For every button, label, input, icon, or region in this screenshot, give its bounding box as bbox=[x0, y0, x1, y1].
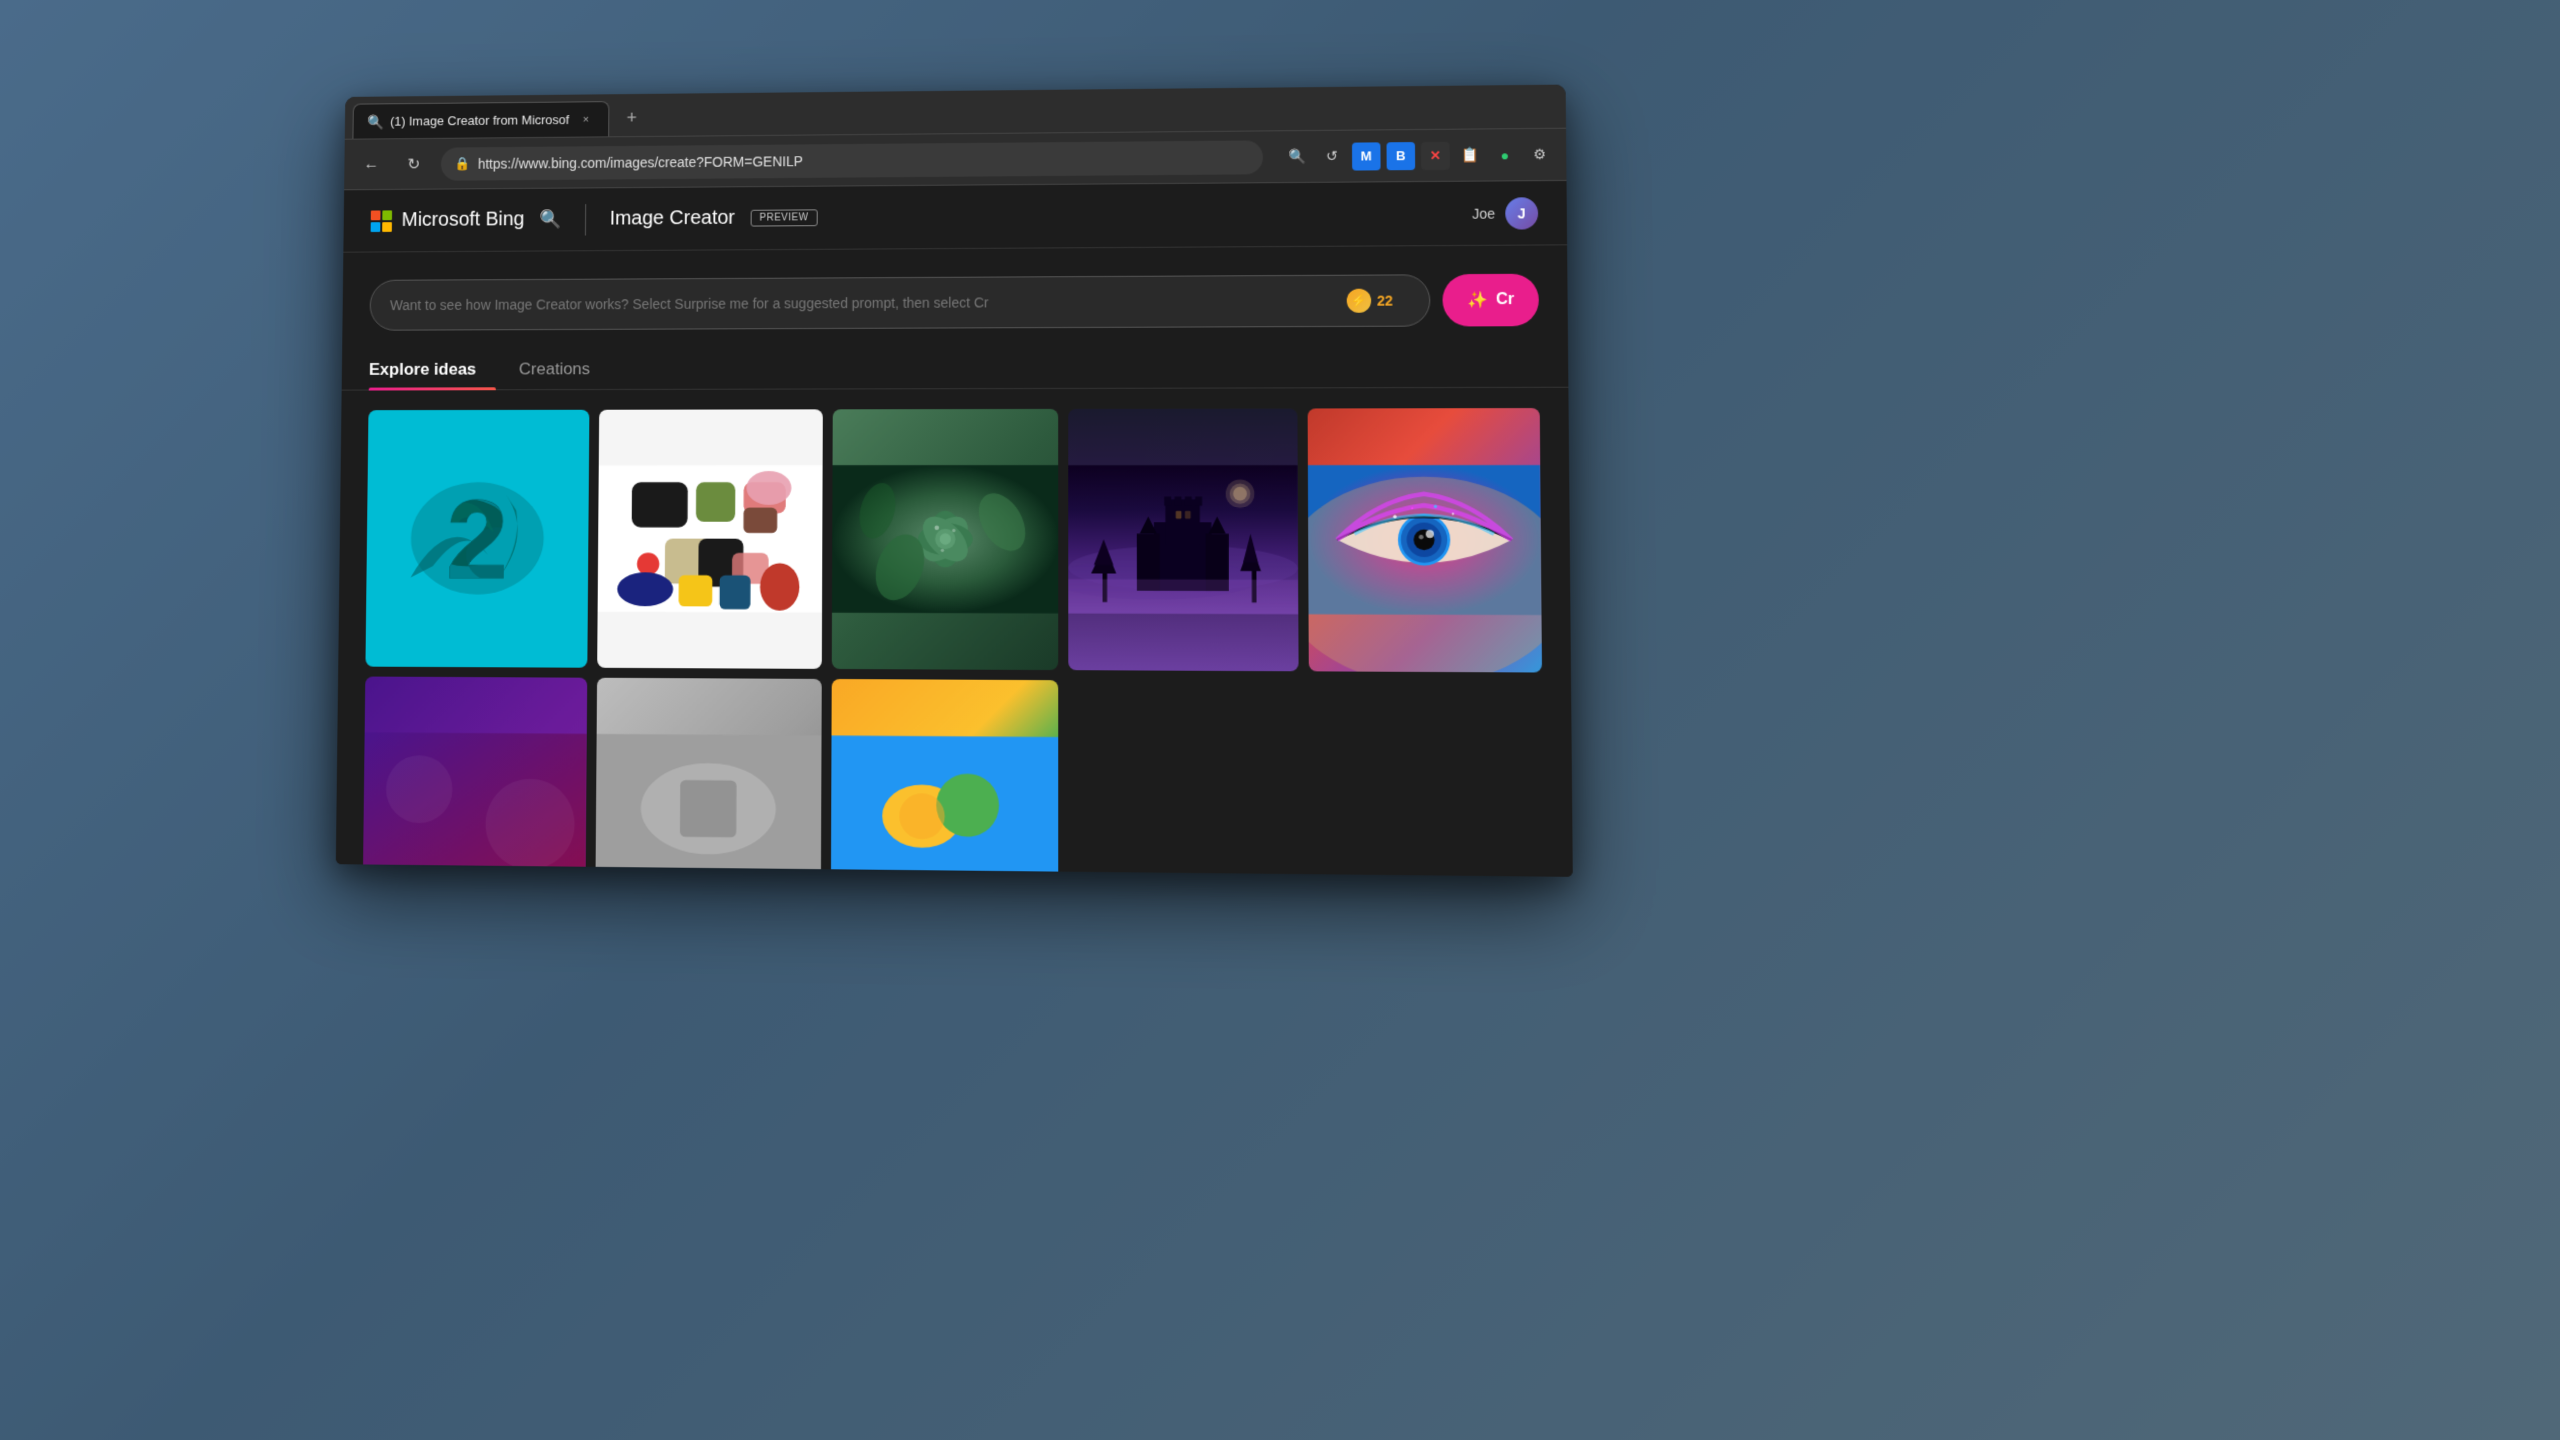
toolbar-icons: 🔍 ↺ M B ✕ 📋 ● ⚙ bbox=[1283, 140, 1554, 170]
create-icon: ✨ bbox=[1467, 290, 1488, 310]
image-eye-makeup bbox=[1308, 408, 1542, 672]
url-text: https://www.bing.com/images/create?FORM=… bbox=[478, 149, 1249, 171]
bing-logo-text: Microsoft Bing bbox=[401, 208, 524, 231]
boost-count: 22 bbox=[1377, 293, 1393, 309]
prompt-placeholder: Want to see how Image Creator works? Sel… bbox=[390, 293, 1347, 313]
toolbar-b-icon[interactable]: B bbox=[1387, 142, 1416, 170]
user-area: Joe J bbox=[1472, 197, 1538, 230]
toolbar-settings-icon[interactable]: ⚙ bbox=[1525, 140, 1554, 168]
grid-item-5[interactable] bbox=[1308, 408, 1542, 672]
refresh-button[interactable]: ↻ bbox=[398, 148, 429, 179]
nav-spacer bbox=[833, 213, 1456, 217]
preview-badge: PREVIEW bbox=[751, 209, 818, 226]
browser-tab-active[interactable]: 🔍 (1) Image Creator from Microsof × bbox=[352, 101, 609, 139]
nav-search-icon[interactable]: 🔍 bbox=[540, 209, 562, 230]
grid-item-6[interactable] bbox=[362, 677, 587, 877]
image-grid: 2 2 2 bbox=[336, 388, 1573, 877]
boost-coin-icon: ⚡ bbox=[1346, 289, 1371, 313]
logo-sq-red bbox=[371, 210, 381, 220]
grid-item-3[interactable] bbox=[831, 409, 1058, 670]
image-dark-castle bbox=[1069, 408, 1299, 671]
browser-window: 🔍 (1) Image Creator from Microsof × + ← … bbox=[336, 85, 1573, 877]
new-tab-button[interactable]: + bbox=[617, 103, 646, 133]
grid-item-1[interactable]: 2 2 2 bbox=[365, 410, 589, 668]
grid-item-8[interactable] bbox=[830, 679, 1058, 877]
toolbar-refresh-icon[interactable]: ↺ bbox=[1318, 142, 1347, 170]
back-button[interactable]: ← bbox=[356, 149, 387, 180]
user-avatar[interactable]: J bbox=[1505, 197, 1538, 229]
image-number-two: 2 2 2 bbox=[365, 410, 589, 668]
nav-divider bbox=[585, 204, 586, 235]
address-bar: ← ↻ 🔒 https://www.bing.com/images/create… bbox=[344, 129, 1566, 191]
user-name: Joe bbox=[1472, 205, 1495, 221]
grid-item-7[interactable] bbox=[595, 678, 822, 877]
image-purple-abstract bbox=[362, 677, 587, 877]
prompt-input[interactable]: Want to see how Image Creator works? Sel… bbox=[369, 274, 1430, 330]
toolbar-circle-icon[interactable]: ● bbox=[1490, 141, 1519, 169]
toolbar-search-icon[interactable]: 🔍 bbox=[1283, 142, 1311, 170]
tab-creations[interactable]: Creations bbox=[519, 350, 610, 390]
tab-explore-ideas[interactable]: Explore ideas bbox=[369, 350, 496, 390]
bing-logo-squares bbox=[371, 210, 392, 232]
grid-item-2[interactable] bbox=[597, 409, 822, 669]
url-bar[interactable]: 🔒 https://www.bing.com/images/create?FOR… bbox=[441, 140, 1263, 180]
toolbar-clipboard-icon[interactable]: 📋 bbox=[1456, 141, 1485, 169]
image-succulent bbox=[831, 409, 1058, 670]
tabs-area: Explore ideas Creations bbox=[342, 346, 1569, 390]
image-creator-title: Image Creator bbox=[610, 207, 735, 230]
site-nav: Microsoft Bing 🔍 Image Creator PREVIEW J… bbox=[343, 181, 1567, 253]
search-area: Want to see how Image Creator works? Sel… bbox=[342, 245, 1568, 350]
page-content: Microsoft Bing 🔍 Image Creator PREVIEW J… bbox=[336, 181, 1573, 877]
bing-logo[interactable]: Microsoft Bing bbox=[371, 208, 525, 232]
boost-area: ⚡ 22 bbox=[1346, 288, 1409, 312]
logo-sq-green bbox=[382, 210, 392, 220]
image-colorful-shapes bbox=[597, 409, 822, 669]
create-label: Cr bbox=[1496, 291, 1514, 309]
tab-title: (1) Image Creator from Microsof bbox=[390, 112, 569, 128]
image-gray-abstract bbox=[595, 678, 822, 877]
logo-sq-yellow bbox=[382, 222, 392, 232]
toolbar-mail-icon[interactable]: M bbox=[1352, 142, 1381, 170]
image-colorful-fruit bbox=[830, 679, 1058, 877]
tab-favicon: 🔍 bbox=[367, 114, 383, 130]
create-button[interactable]: ✨ Cr bbox=[1443, 274, 1539, 327]
lock-icon: 🔒 bbox=[454, 156, 470, 172]
toolbar-x-icon[interactable]: ✕ bbox=[1421, 141, 1450, 169]
tab-close-button[interactable]: × bbox=[577, 111, 595, 129]
logo-sq-blue bbox=[371, 222, 381, 232]
grid-item-4[interactable] bbox=[1069, 408, 1299, 671]
